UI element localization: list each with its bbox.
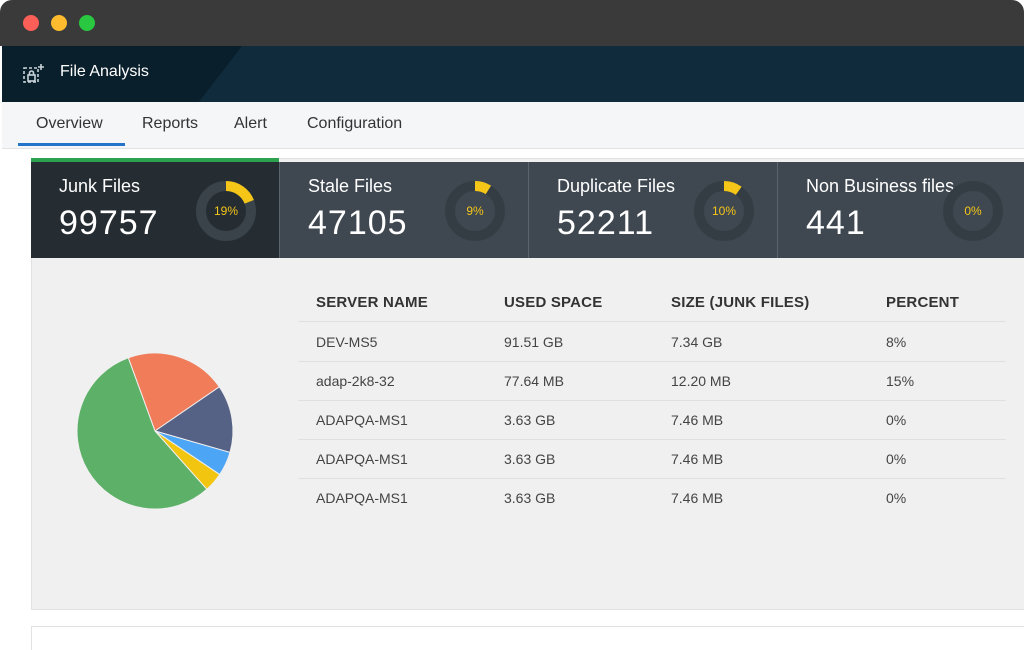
card-duplicate-files[interactable]: Duplicate Files 52211 10% (529, 162, 778, 258)
secondary-panel (31, 626, 1024, 650)
app-title: File Analysis (60, 63, 149, 80)
junk-files-pie-chart (76, 352, 234, 510)
tab-overview[interactable]: Overview (36, 115, 103, 133)
column-header-size-junk-files[interactable]: SIZE (JUNK FILES) (671, 294, 809, 311)
cell-server-name: ADAPQA-MS1 (316, 412, 408, 428)
table-header-row: SERVER NAME USED SPACE SIZE (JUNK FILES)… (298, 282, 1006, 322)
cell-percent: 15% (886, 373, 915, 389)
cell-junk-size: 7.46 MB (671, 490, 724, 506)
table-row[interactable]: adap-2k8-32 77.64 MB 12.20 MB 15% (298, 361, 1006, 401)
cell-percent: 0% (886, 412, 907, 428)
ring-percent: 9% (466, 204, 484, 218)
ring-percent: 0% (964, 204, 982, 218)
cell-junk-size: 7.46 MB (671, 412, 724, 428)
card-label: Non Business files (806, 176, 955, 196)
cell-percent: 0% (886, 451, 907, 467)
progress-ring: 10% (693, 180, 755, 242)
progress-ring: 0% (942, 180, 1004, 242)
app-window: File Analysis Overview Reports Alert Con… (0, 0, 1024, 650)
cell-server-name: adap-2k8-32 (316, 373, 395, 389)
active-tab-indicator (18, 143, 125, 146)
app-header: File Analysis (2, 46, 1024, 102)
cell-junk-size: 7.46 MB (671, 451, 724, 467)
card-value: 441 (806, 204, 866, 242)
tab-reports[interactable]: Reports (142, 115, 198, 133)
cell-junk-size: 12.20 MB (671, 373, 731, 389)
tab-bar: Overview Reports Alert Configuration (2, 102, 1024, 149)
cell-percent: 8% (886, 334, 907, 350)
card-value: 52211 (557, 204, 655, 242)
cell-server-name: ADAPQA-MS1 (316, 490, 408, 506)
cell-used-space: 3.63 GB (504, 412, 556, 428)
progress-ring: 19% (195, 180, 257, 242)
close-window-button[interactable] (23, 15, 39, 31)
cell-used-space: 77.64 MB (504, 373, 564, 389)
cell-used-space: 3.63 GB (504, 451, 556, 467)
minimize-window-button[interactable] (51, 15, 67, 31)
tab-configuration[interactable]: Configuration (307, 115, 402, 133)
card-label: Junk Files (59, 176, 141, 196)
card-non-business-files[interactable]: Non Business files 441 0% (778, 162, 1024, 258)
column-header-percent[interactable]: PERCENT (886, 294, 959, 311)
table-row[interactable]: ADAPQA-MS1 3.63 GB 7.46 MB 0% (298, 478, 1006, 517)
card-label: Duplicate Files (557, 176, 676, 196)
selected-card-indicator (31, 158, 279, 162)
column-header-used-space[interactable]: USED SPACE (504, 294, 602, 311)
maximize-window-button[interactable] (79, 15, 95, 31)
window-titlebar (0, 0, 1024, 46)
card-junk-files[interactable]: Junk Files 99757 19% (31, 162, 280, 258)
card-stale-files[interactable]: Stale Files 47105 9% (280, 162, 529, 258)
card-label: Stale Files (308, 176, 393, 196)
cell-junk-size: 7.34 GB (671, 334, 723, 350)
table-row[interactable]: DEV-MS5 91.51 GB 7.34 GB 8% (298, 322, 1006, 362)
cell-server-name: ADAPQA-MS1 (316, 451, 408, 467)
ring-percent: 19% (213, 204, 239, 218)
table-row[interactable]: ADAPQA-MS1 3.63 GB 7.46 MB 0% (298, 400, 1006, 440)
lock-add-icon (23, 64, 44, 83)
cell-percent: 0% (886, 490, 907, 506)
column-header-server-name[interactable]: SERVER NAME (316, 294, 428, 311)
table-row[interactable]: ADAPQA-MS1 3.63 GB 7.46 MB 0% (298, 439, 1006, 479)
ring-percent: 10% (711, 204, 737, 218)
cell-used-space: 91.51 GB (504, 334, 564, 350)
cell-used-space: 3.63 GB (504, 490, 556, 506)
tab-alert[interactable]: Alert (234, 115, 267, 133)
progress-ring: 9% (444, 180, 506, 242)
cell-server-name: DEV-MS5 (316, 334, 378, 350)
card-value: 99757 (59, 204, 159, 242)
card-value: 47105 (308, 204, 408, 242)
